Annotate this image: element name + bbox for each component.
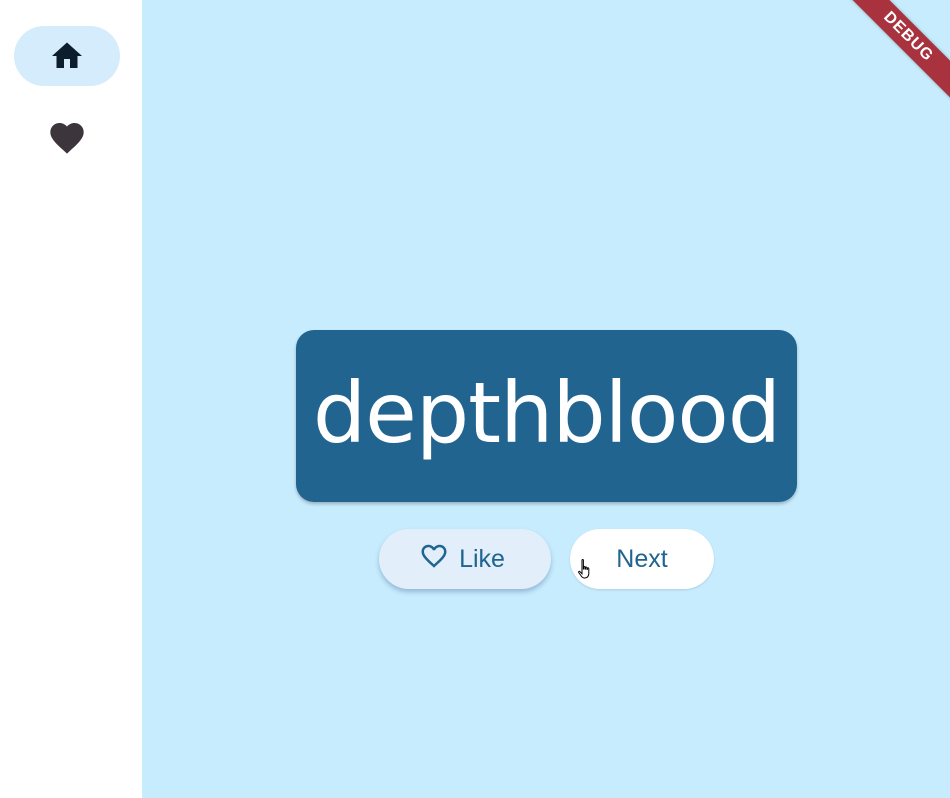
home-icon — [49, 38, 85, 74]
main-content: depthblood Like Next — [142, 0, 950, 798]
rail-item-favorites[interactable] — [14, 108, 120, 168]
heart-outline-icon — [419, 541, 449, 578]
app-window: depthblood Like Next DEBUG — [0, 0, 950, 798]
like-button[interactable]: Like — [379, 529, 551, 589]
navigation-rail — [0, 0, 142, 798]
next-button[interactable]: Next — [570, 529, 714, 589]
word-text: depthblood — [312, 364, 781, 462]
word-card: depthblood — [296, 330, 797, 502]
like-button-label: Like — [459, 544, 505, 573]
heart-icon — [47, 118, 87, 158]
next-button-label: Next — [616, 544, 668, 573]
rail-item-home[interactable] — [14, 26, 120, 86]
